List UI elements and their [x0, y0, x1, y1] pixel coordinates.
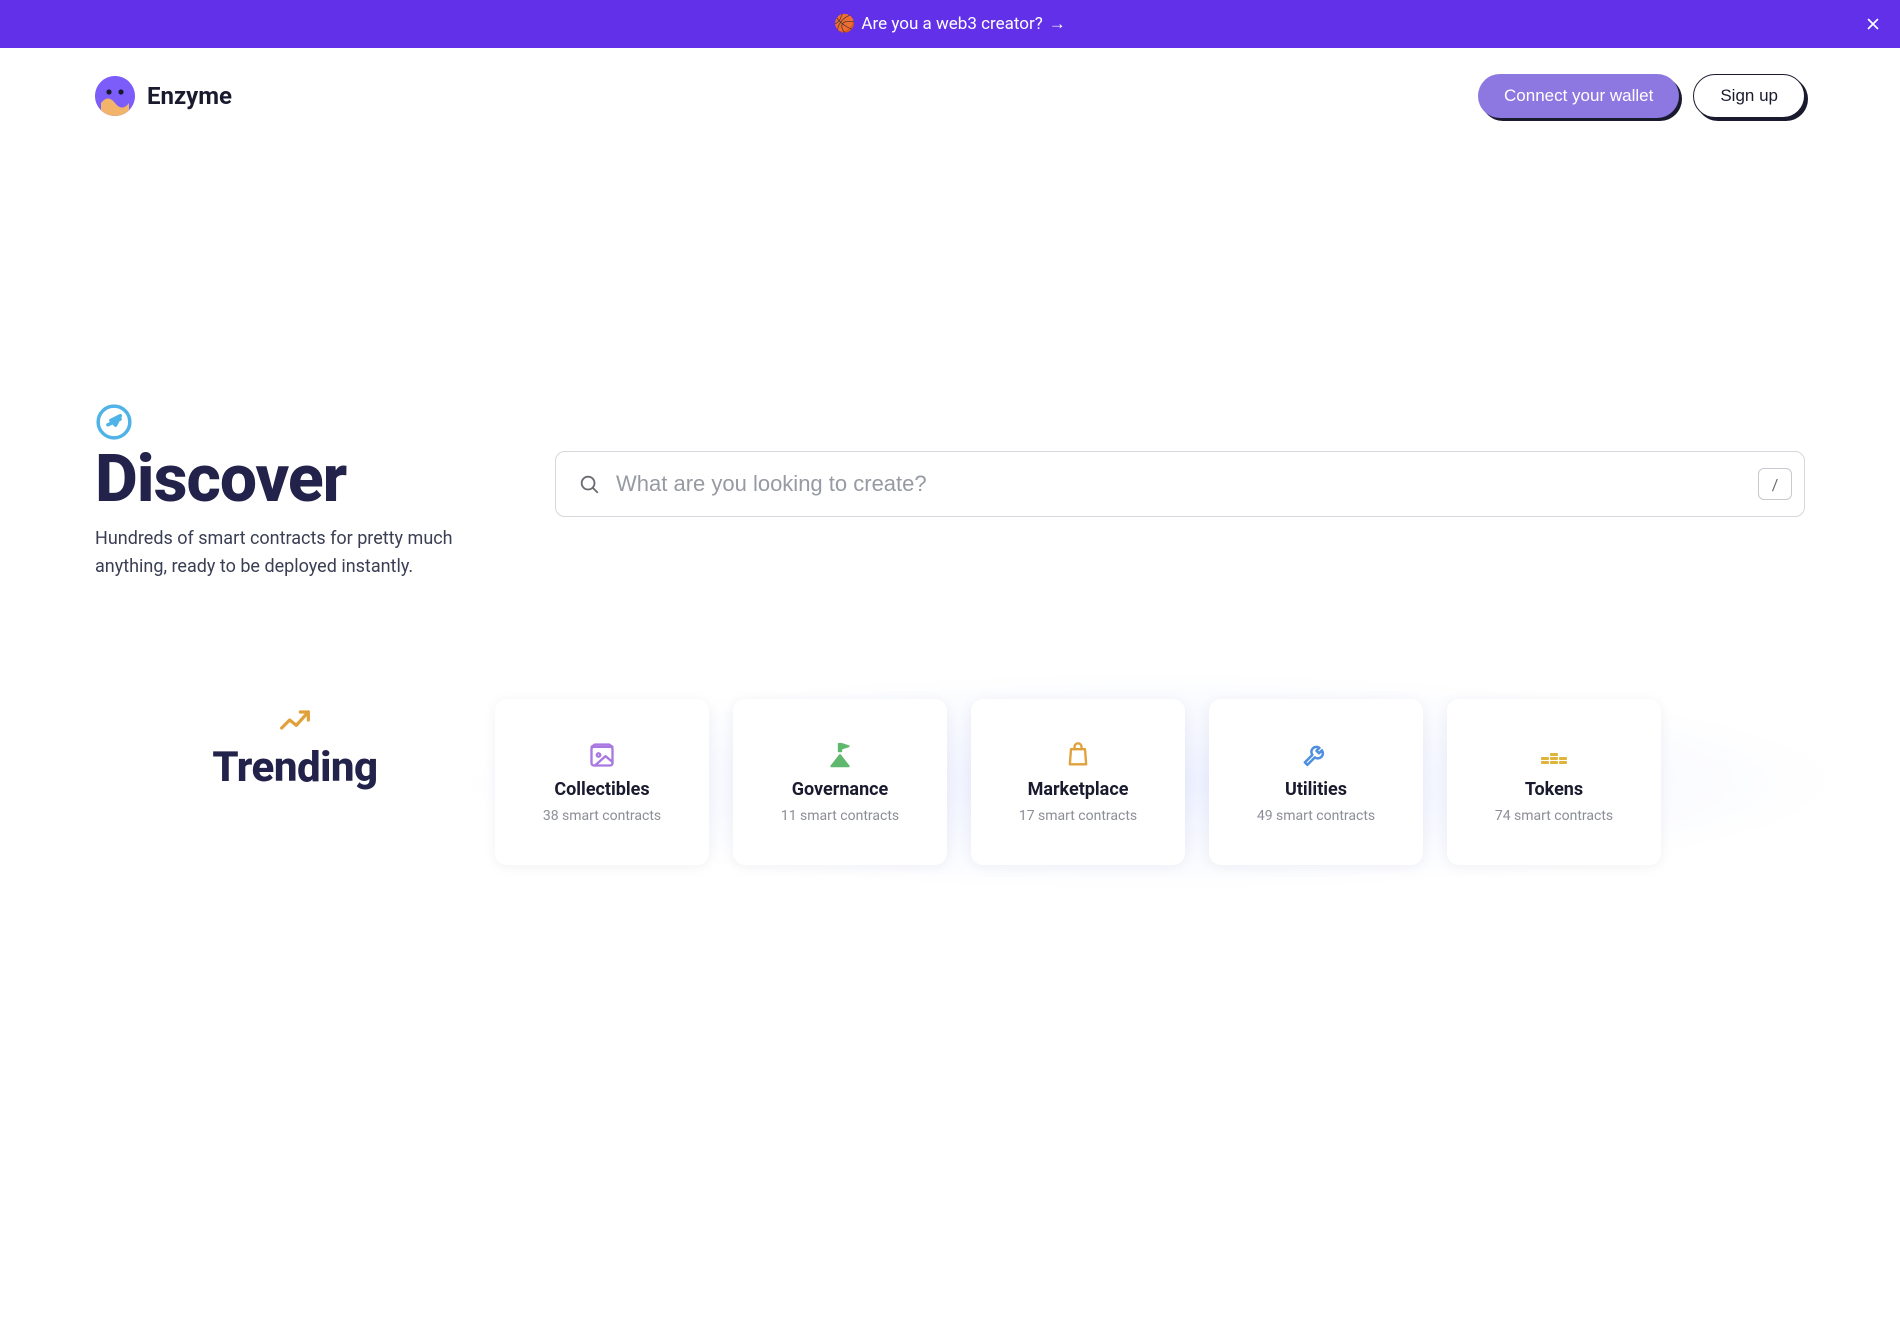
discover-intro: Discover Hundreds of smart contracts for…	[95, 403, 495, 581]
category-card-title: Governance	[792, 779, 889, 800]
bag-icon	[1064, 739, 1092, 771]
brand-name: Enzyme	[147, 82, 232, 110]
category-cards: Collectibles 38 smart contracts Governan…	[495, 699, 1805, 865]
search-icon	[578, 473, 600, 495]
banner-text: Are you a web3 creator?	[861, 14, 1042, 34]
trending-title: Trending	[95, 743, 495, 792]
search-input[interactable]	[616, 471, 1742, 497]
discover-title: Discover	[95, 447, 495, 513]
banner-link[interactable]: 🏀 Are you a web3 creator? →	[834, 14, 1066, 34]
main-content: Discover Hundreds of smart contracts for…	[0, 143, 1900, 581]
category-card-utilities[interactable]: Utilities 49 smart contracts	[1209, 699, 1423, 865]
sign-up-button[interactable]: Sign up	[1693, 74, 1805, 118]
coins-icon	[1538, 739, 1570, 771]
image-icon	[587, 739, 617, 771]
category-card-title: Collectibles	[554, 779, 649, 800]
search-box[interactable]: /	[555, 451, 1805, 517]
trending-header: Trending	[95, 699, 495, 792]
category-card-collectibles[interactable]: Collectibles 38 smart contracts	[495, 699, 709, 865]
compass-icon	[95, 403, 133, 441]
category-card-title: Utilities	[1285, 779, 1347, 800]
close-banner-button[interactable]	[1864, 15, 1882, 33]
connect-wallet-button[interactable]: Connect your wallet	[1478, 74, 1679, 118]
flag-icon	[825, 739, 855, 771]
category-card-tokens[interactable]: Tokens 74 smart contracts	[1447, 699, 1661, 865]
wrench-icon	[1301, 739, 1331, 771]
close-icon	[1864, 15, 1882, 33]
announcement-banner: 🏀 Are you a web3 creator? →	[0, 0, 1900, 48]
slash-shortcut-badge: /	[1758, 468, 1792, 500]
trending-section: Trending Collectibles 38 smart contracts…	[0, 699, 1900, 865]
category-card-marketplace[interactable]: Marketplace 17 smart contracts	[971, 699, 1185, 865]
category-card-count: 38 smart contracts	[543, 808, 661, 824]
search-area: /	[555, 403, 1805, 581]
category-card-governance[interactable]: Governance 11 smart contracts	[733, 699, 947, 865]
category-card-count: 11 smart contracts	[781, 808, 899, 824]
header-actions: Connect your wallet Sign up	[1478, 74, 1805, 118]
discover-subtitle: Hundreds of smart contracts for pretty m…	[95, 525, 495, 581]
category-card-title: Marketplace	[1028, 779, 1129, 800]
trending-up-icon	[279, 709, 311, 735]
category-card-title: Tokens	[1525, 779, 1583, 800]
category-card-count: 74 smart contracts	[1495, 808, 1613, 824]
category-card-count: 17 smart contracts	[1019, 808, 1137, 824]
app-header: Enzyme Connect your wallet Sign up	[0, 48, 1900, 143]
brand-link[interactable]: Enzyme	[95, 76, 232, 116]
basketball-emoji: 🏀	[834, 14, 855, 34]
category-card-count: 49 smart contracts	[1257, 808, 1375, 824]
brand-logo-icon	[95, 76, 135, 116]
arrow-right-icon: →	[1049, 14, 1066, 34]
